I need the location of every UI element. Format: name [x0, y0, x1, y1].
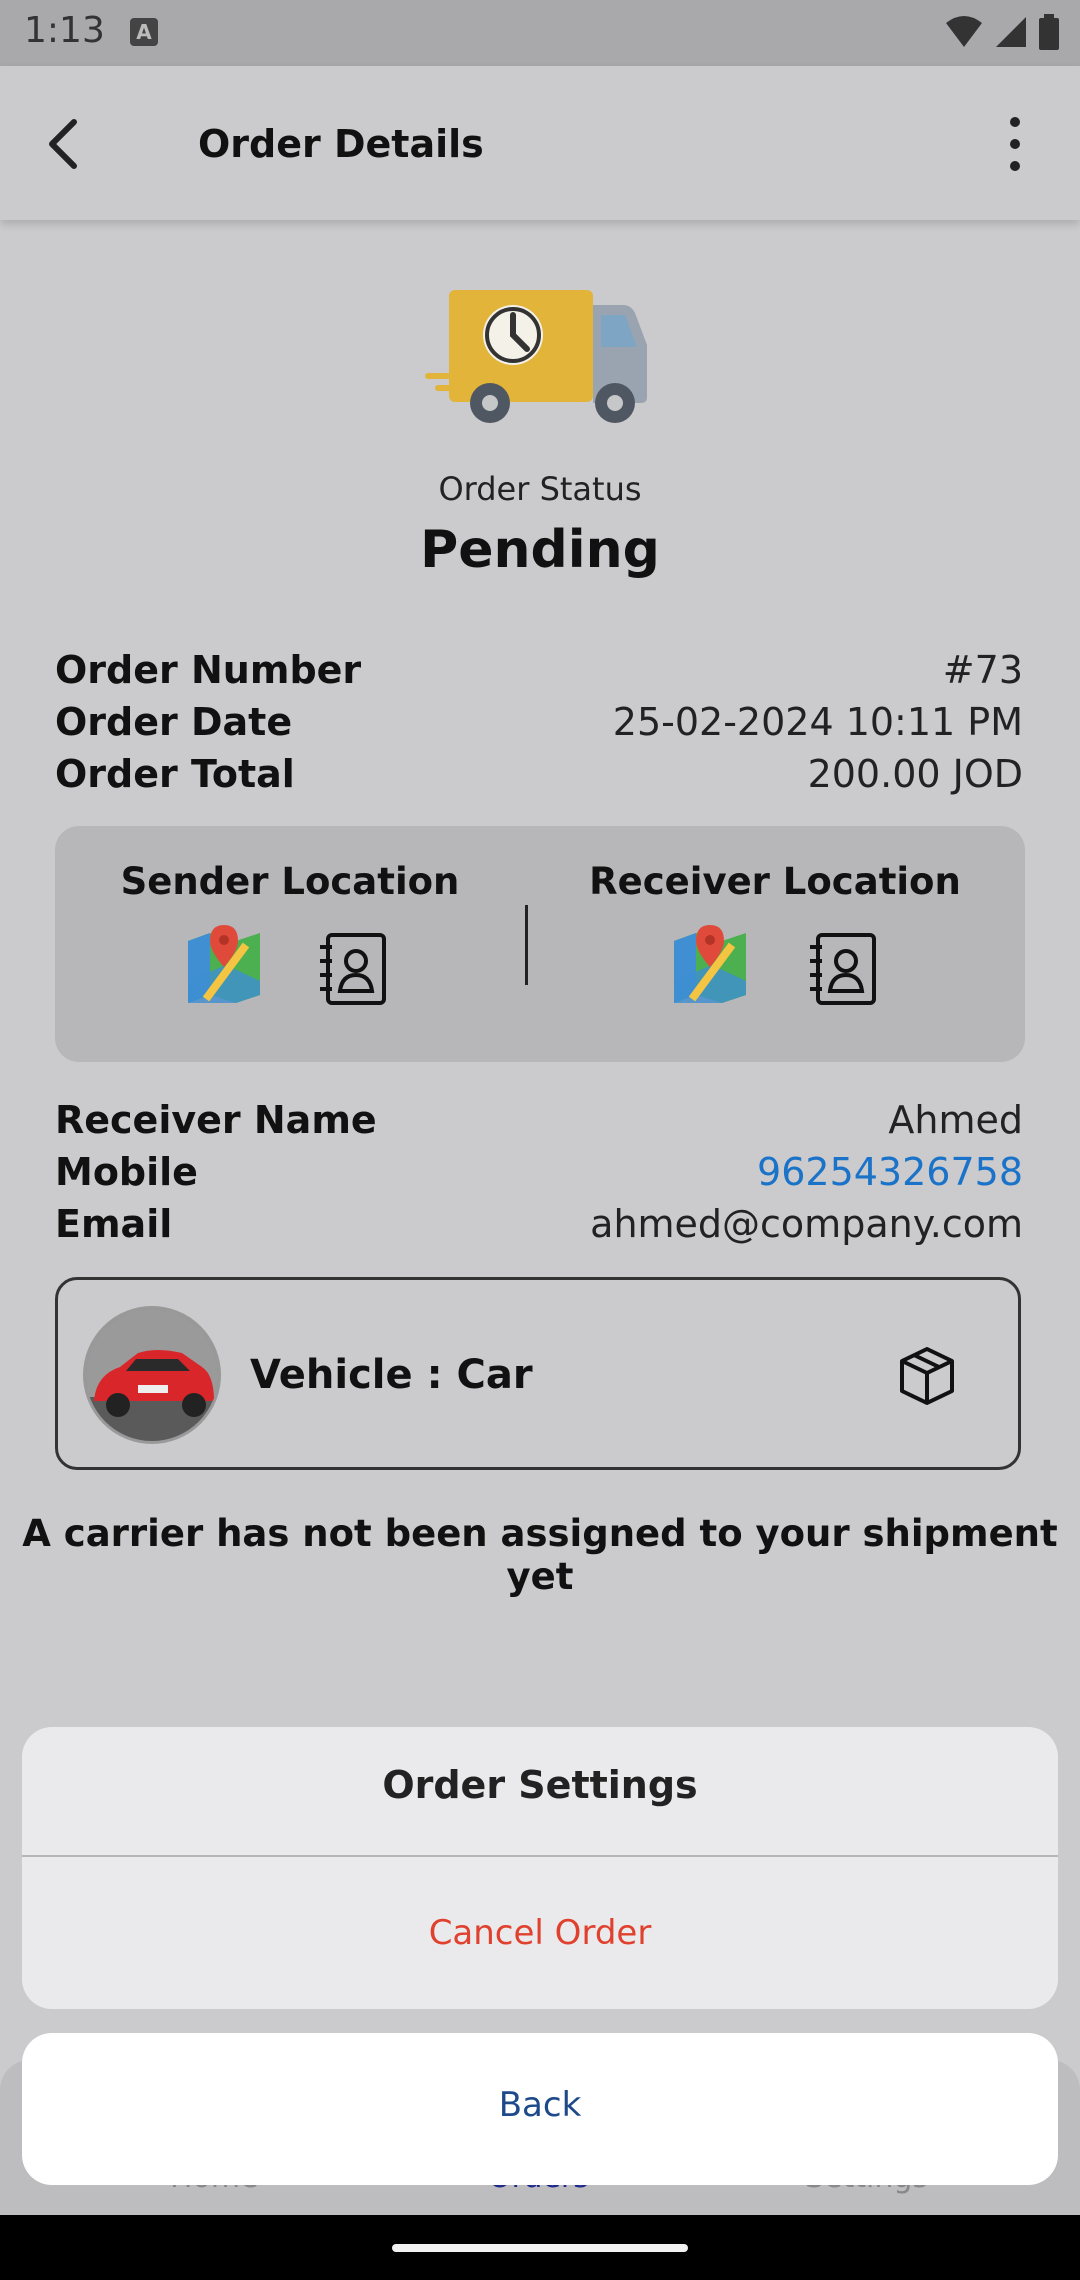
receiver-map-icon[interactable]: [672, 925, 748, 1011]
mobile-row: Mobile 96254326758: [55, 1150, 1023, 1194]
vehicle-avatar: [83, 1306, 221, 1444]
receiver-name-label: Receiver Name: [55, 1098, 377, 1142]
sheet-divider: [22, 1855, 1058, 1857]
email-label: Email: [55, 1202, 173, 1246]
status-icons: [944, 12, 1060, 52]
order-total-label: Order Total: [55, 752, 295, 796]
delivery-truck-icon: [425, 285, 655, 430]
order-total-value: 200.00 JOD: [807, 752, 1023, 796]
receiver-contact-icon[interactable]: [808, 933, 878, 1009]
location-divider: [525, 905, 528, 985]
signal-icon: [996, 17, 1026, 47]
status-time: 1:13: [24, 10, 105, 51]
more-options-icon[interactable]: [1000, 114, 1030, 174]
carrier-notice: A carrier has not been assigned to your …: [22, 1512, 1058, 1598]
order-date-row: Order Date 25-02-2024 10:11 PM: [55, 700, 1023, 744]
order-number-label: Order Number: [55, 648, 362, 692]
email-value: ahmed@company.com: [590, 1202, 1023, 1246]
receiver-name-value: Ahmed: [888, 1098, 1023, 1142]
notification-icon: A: [130, 18, 158, 46]
order-status-label: Order Status: [438, 470, 642, 508]
app-bar: Order Details: [0, 66, 1080, 220]
mobile-link[interactable]: 96254326758: [757, 1150, 1023, 1194]
order-date-value: 25-02-2024 10:11 PM: [612, 700, 1023, 744]
battery-icon: [1039, 14, 1059, 50]
cancel-order-button[interactable]: Cancel Order: [22, 1913, 1058, 1953]
order-date-label: Order Date: [55, 700, 293, 744]
mobile-label: Mobile: [55, 1150, 198, 1194]
receiver-location-title: Receiver Location: [589, 860, 961, 903]
email-row: Email ahmed@company.com: [55, 1202, 1023, 1246]
package-box-icon[interactable]: [896, 1345, 958, 1407]
wifi-icon: [946, 16, 982, 47]
order-settings-sheet: Order Settings Cancel Order: [22, 1727, 1058, 2009]
home-indicator[interactable]: [392, 2244, 688, 2252]
status-bar: [0, 0, 1080, 66]
receiver-name-row: Receiver Name Ahmed: [55, 1098, 1023, 1142]
order-status-value: Pending: [420, 520, 660, 580]
sheet-title: Order Settings: [382, 1763, 698, 1807]
sender-map-icon[interactable]: [186, 925, 262, 1011]
order-total-row: Order Total 200.00 JOD: [55, 752, 1023, 796]
back-arrow-icon[interactable]: [30, 110, 100, 180]
order-number-row: Order Number #73: [55, 648, 1023, 692]
back-button-label: Back: [498, 2085, 582, 2125]
sender-contact-icon[interactable]: [318, 933, 388, 1009]
back-button[interactable]: Back: [22, 2033, 1058, 2185]
order-number-value: #73: [942, 648, 1023, 692]
vehicle-type: Vehicle : Car: [250, 1352, 533, 1398]
page-title: Order Details: [198, 122, 484, 166]
sender-location-title: Sender Location: [120, 860, 460, 903]
